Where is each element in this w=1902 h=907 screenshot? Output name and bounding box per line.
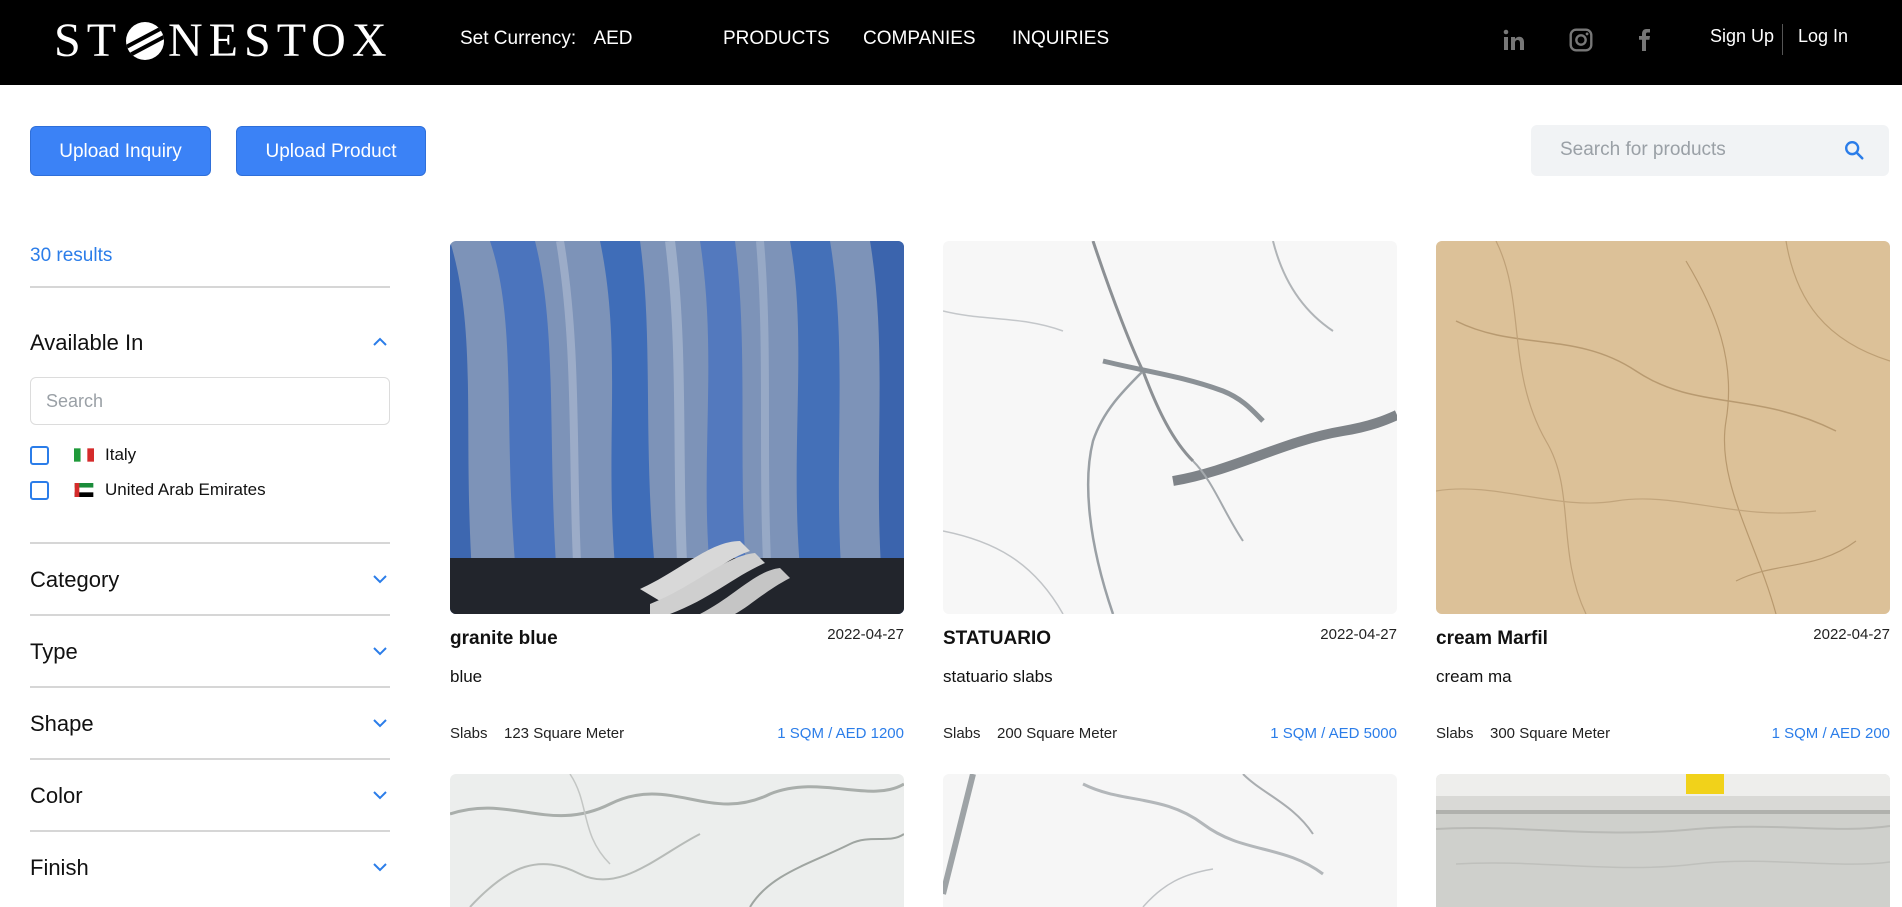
filter-category[interactable]: Category bbox=[30, 567, 119, 593]
product-price: 1 SQM / AED 1200 bbox=[777, 725, 904, 742]
product-kind: Slabs bbox=[943, 725, 981, 742]
sign-up-link[interactable]: Sign Up bbox=[1710, 26, 1774, 47]
product-price: 1 SQM / AED 5000 bbox=[1270, 725, 1397, 742]
product-date: 2022-04-27 bbox=[827, 626, 904, 643]
product-description: cream ma bbox=[1436, 667, 1512, 686]
divider bbox=[30, 830, 390, 832]
product-image-granite-blue[interactable] bbox=[450, 241, 904, 614]
chevron-up-icon[interactable] bbox=[372, 334, 388, 350]
upload-product-button[interactable]: Upload Product bbox=[236, 126, 426, 176]
linkedin-icon[interactable] bbox=[1499, 24, 1529, 56]
chevron-down-icon[interactable] bbox=[372, 787, 388, 803]
currency-selector[interactable]: Set Currency: AED bbox=[460, 28, 633, 50]
search-icon[interactable] bbox=[1843, 139, 1865, 161]
divider bbox=[30, 286, 390, 288]
nav-products[interactable]: PRODUCTS bbox=[723, 28, 830, 50]
checkbox-uae[interactable] bbox=[30, 481, 49, 500]
stonestox-logo[interactable]: ST NESTOX bbox=[54, 14, 392, 68]
log-in-link[interactable]: Log In bbox=[1798, 26, 1848, 47]
product-date: 2022-04-27 bbox=[1813, 626, 1890, 643]
uae-flag-icon bbox=[74, 483, 94, 497]
product-price: 1 SQM / AED 200 bbox=[1771, 725, 1890, 742]
product-date: 2022-04-27 bbox=[1320, 626, 1397, 643]
divider bbox=[30, 686, 390, 688]
product-title[interactable]: granite blue bbox=[450, 628, 558, 650]
divider bbox=[30, 542, 390, 544]
chevron-down-icon[interactable] bbox=[372, 643, 388, 659]
filter-shape[interactable]: Shape bbox=[30, 711, 94, 737]
nav-companies[interactable]: COMPANIES bbox=[863, 28, 976, 50]
chevron-down-icon[interactable] bbox=[372, 715, 388, 731]
product-title[interactable]: cream Marfil bbox=[1436, 628, 1548, 650]
product-kind: Slabs bbox=[450, 725, 488, 742]
chevron-down-icon[interactable] bbox=[372, 859, 388, 875]
product-quantity: 123 Square Meter bbox=[504, 725, 625, 742]
option-label-uae[interactable]: United Arab Emirates bbox=[105, 480, 266, 500]
chevron-down-icon[interactable] bbox=[372, 571, 388, 587]
product-image-cream-marfil[interactable] bbox=[1436, 241, 1890, 614]
currency-value[interactable]: AED bbox=[593, 28, 632, 49]
filter-type[interactable]: Type bbox=[30, 639, 78, 665]
search-placeholder: Search for products bbox=[1560, 139, 1726, 160]
product-image-marble-row2-1[interactable] bbox=[450, 774, 904, 907]
filter-available-in-title[interactable]: Available In bbox=[30, 330, 143, 356]
product-title[interactable]: STATUARIO bbox=[943, 628, 1051, 650]
country-search-input[interactable]: Search bbox=[30, 377, 390, 425]
facebook-icon[interactable] bbox=[1629, 24, 1659, 56]
product-search-input[interactable]: Search for products bbox=[1531, 125, 1889, 176]
divider bbox=[30, 758, 390, 760]
top-navbar: ST NESTOX Set Currency: AED PRODUCTS COMP… bbox=[0, 0, 1902, 85]
nav-inquiries[interactable]: INQUIRIES bbox=[1012, 28, 1109, 50]
upload-inquiry-button[interactable]: Upload Inquiry bbox=[30, 126, 211, 176]
checkbox-italy[interactable] bbox=[30, 446, 49, 465]
auth-divider bbox=[1782, 24, 1783, 55]
product-description: blue bbox=[450, 667, 483, 686]
divider bbox=[30, 614, 390, 616]
instagram-icon[interactable] bbox=[1566, 24, 1596, 56]
currency-label: Set Currency: bbox=[460, 28, 577, 49]
filter-color[interactable]: Color bbox=[30, 783, 83, 809]
product-image-slabs-row2-3[interactable] bbox=[1436, 774, 1890, 907]
filter-finish[interactable]: Finish bbox=[30, 855, 89, 881]
product-image-marble-row2-2[interactable] bbox=[943, 774, 1397, 907]
product-quantity: 300 Square Meter bbox=[1490, 725, 1611, 742]
logo-stone-icon bbox=[126, 22, 165, 60]
italy-flag-icon bbox=[74, 448, 94, 462]
product-description: statuario slabs bbox=[943, 667, 1053, 686]
option-label-italy[interactable]: Italy bbox=[105, 445, 136, 465]
product-quantity: 200 Square Meter bbox=[997, 725, 1118, 742]
product-image-statuario[interactable] bbox=[943, 241, 1397, 614]
results-count: 30 results bbox=[30, 245, 113, 266]
product-kind: Slabs bbox=[1436, 725, 1474, 742]
country-search-placeholder: Search bbox=[46, 391, 104, 411]
